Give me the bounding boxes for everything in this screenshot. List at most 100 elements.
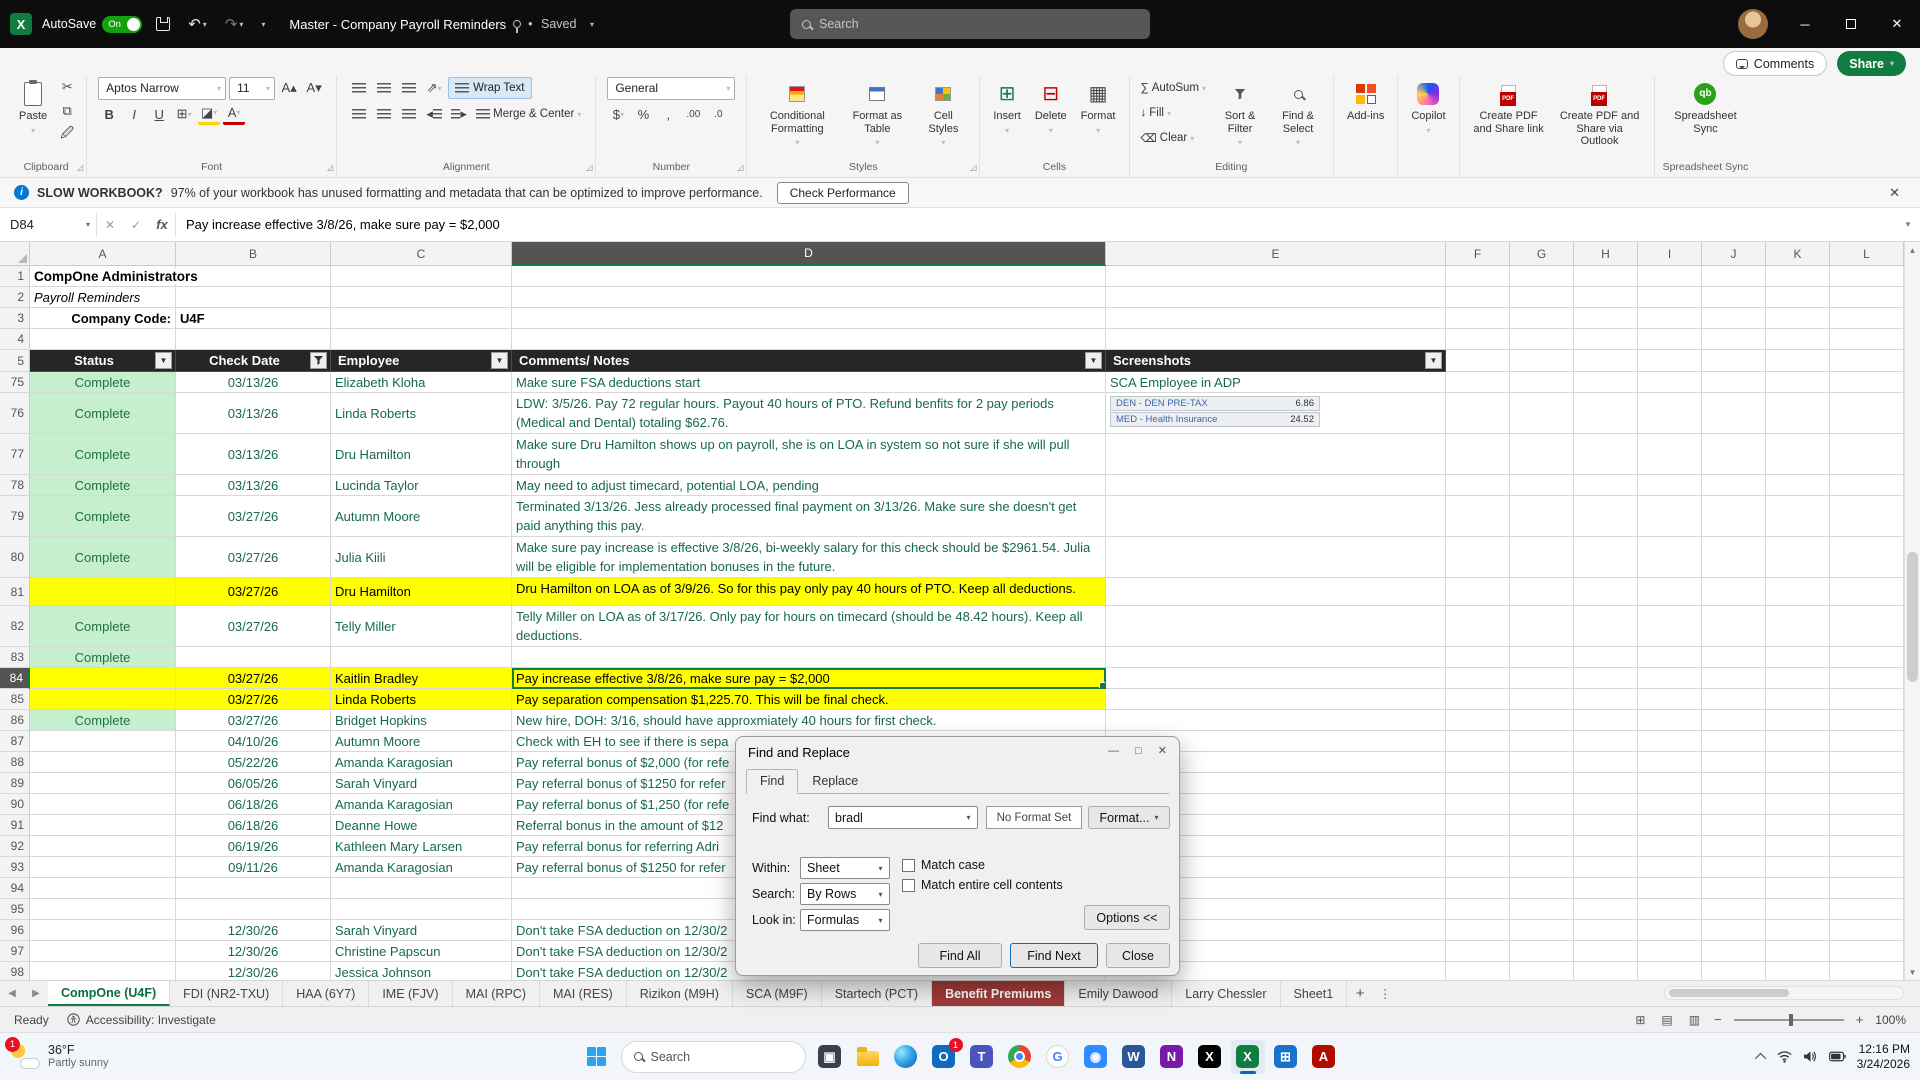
cell-G[interactable]: [1510, 878, 1574, 899]
cell-K[interactable]: [1766, 878, 1830, 899]
cell-C95[interactable]: [331, 899, 512, 920]
row-header-97[interactable]: 97: [0, 941, 30, 962]
cell-J[interactable]: [1702, 287, 1766, 308]
cell-D78[interactable]: May need to adjust timecard, potential L…: [512, 475, 1106, 496]
dialog-launcher-icon[interactable]: ◿: [737, 163, 743, 172]
row-header-75[interactable]: 75: [0, 372, 30, 393]
autosum-button[interactable]: ∑ AutoSum▾: [1138, 76, 1210, 100]
cell-A95[interactable]: [30, 899, 176, 920]
cell-H[interactable]: [1574, 899, 1638, 920]
cell-G[interactable]: [1510, 496, 1574, 537]
row-header-92[interactable]: 92: [0, 836, 30, 857]
sheet-tab-haa-6y7[interactable]: HAA (6Y7): [283, 981, 369, 1006]
cell-L[interactable]: [1830, 329, 1904, 350]
accessibility-status[interactable]: Accessibility: Investigate: [67, 1013, 216, 1027]
column-header-J[interactable]: J: [1702, 242, 1766, 266]
cell-K[interactable]: [1766, 393, 1830, 434]
cell-A81[interactable]: [30, 578, 176, 606]
cell-G[interactable]: [1510, 920, 1574, 941]
cell-J[interactable]: [1702, 731, 1766, 752]
fill-button[interactable]: ↓ Fill▾: [1138, 101, 1210, 125]
cell-E82[interactable]: [1106, 606, 1446, 647]
normal-view-button[interactable]: ⊞: [1633, 1013, 1647, 1027]
match-case-checkbox[interactable]: Match case: [902, 858, 985, 872]
cell-H[interactable]: [1574, 372, 1638, 393]
cell-B78[interactable]: 03/13/26: [176, 475, 331, 496]
cell-G[interactable]: [1510, 836, 1574, 857]
cell-L[interactable]: [1830, 266, 1904, 287]
name-box[interactable]: D84▾: [0, 208, 96, 241]
align-middle-button[interactable]: [373, 77, 395, 99]
cell-I[interactable]: [1638, 689, 1702, 710]
format-button[interactable]: Format...▾: [1088, 806, 1170, 829]
row-header-89[interactable]: 89: [0, 773, 30, 794]
cell-J[interactable]: [1702, 773, 1766, 794]
cell-K[interactable]: [1766, 496, 1830, 537]
cell-H[interactable]: [1574, 475, 1638, 496]
cell-J[interactable]: [1702, 668, 1766, 689]
sort-filter-button[interactable]: Sort & Filter▾: [1213, 76, 1267, 154]
cell-A75[interactable]: Complete: [30, 372, 176, 393]
cell-E85[interactable]: [1106, 689, 1446, 710]
cell-B82[interactable]: 03/27/26: [176, 606, 331, 647]
taskbar-app-teams[interactable]: T: [965, 1040, 999, 1074]
expand-formula-bar-icon[interactable]: ▾: [1896, 208, 1920, 241]
column-header-F[interactable]: F: [1446, 242, 1510, 266]
cell-G[interactable]: [1510, 857, 1574, 878]
cell-C[interactable]: [331, 266, 512, 287]
sheet-tab-larry-chessler[interactable]: Larry Chessler: [1172, 981, 1280, 1006]
cell-I[interactable]: [1638, 537, 1702, 578]
cell-J[interactable]: [1702, 815, 1766, 836]
cell-C90[interactable]: Amanda Karagosian: [331, 794, 512, 815]
taskbar-app-chrome[interactable]: [1003, 1040, 1037, 1074]
cell-F[interactable]: [1446, 899, 1510, 920]
cell-C75[interactable]: Elizabeth Kloha: [331, 372, 512, 393]
cell-A80[interactable]: Complete: [30, 537, 176, 578]
cell-I[interactable]: [1638, 308, 1702, 329]
filter-button-check_date[interactable]: [310, 352, 327, 369]
cell-C92[interactable]: Kathleen Mary Larsen: [331, 836, 512, 857]
cell-H[interactable]: [1574, 308, 1638, 329]
cell-H[interactable]: [1574, 578, 1638, 606]
cell-I[interactable]: [1638, 266, 1702, 287]
sheet-tab-sheet1[interactable]: Sheet1: [1281, 981, 1348, 1006]
cell-J[interactable]: [1702, 647, 1766, 668]
row-header-86[interactable]: 86: [0, 710, 30, 731]
cell-J[interactable]: [1702, 372, 1766, 393]
cell-F[interactable]: [1446, 393, 1510, 434]
increase-indent-button[interactable]: ▸: [448, 103, 470, 125]
cell-G[interactable]: [1510, 434, 1574, 475]
cell-J[interactable]: [1702, 920, 1766, 941]
cell-D[interactable]: [512, 329, 1106, 350]
cell-B81[interactable]: 03/27/26: [176, 578, 331, 606]
cell-C80[interactable]: Julia Kiili: [331, 537, 512, 578]
cell-J[interactable]: [1702, 689, 1766, 710]
clear-button[interactable]: ⌫ Clear▾: [1138, 126, 1210, 150]
cell-G[interactable]: [1510, 537, 1574, 578]
tab-scroll-right-icon[interactable]: ▶: [24, 981, 48, 1006]
cell-J[interactable]: [1702, 606, 1766, 647]
cell-A76[interactable]: Complete: [30, 393, 176, 434]
cell-G[interactable]: [1510, 475, 1574, 496]
number-format-combo[interactable]: General▾: [607, 77, 735, 100]
copilot-button[interactable]: Copilot▾: [1406, 76, 1450, 141]
cell-L[interactable]: [1830, 647, 1904, 668]
cell-F[interactable]: [1446, 308, 1510, 329]
merge-center-button[interactable]: Merge & Center▾: [473, 102, 584, 126]
row-header-78[interactable]: 78: [0, 475, 30, 496]
cell-D[interactable]: [512, 266, 1106, 287]
cell-K[interactable]: [1766, 962, 1830, 980]
cell-A3[interactable]: Company Code:: [30, 308, 176, 329]
header-cell-comments[interactable]: Comments/ Notes▼: [512, 350, 1106, 372]
cell-K[interactable]: [1766, 537, 1830, 578]
cell-E76[interactable]: DEN - DEN PRE-TAX6.86MED - Health Insura…: [1106, 393, 1446, 434]
cell-L[interactable]: [1830, 710, 1904, 731]
row-header-80[interactable]: 80: [0, 537, 30, 578]
cell-L[interactable]: [1830, 878, 1904, 899]
cell-B83[interactable]: [176, 647, 331, 668]
cell-B91[interactable]: 06/18/26: [176, 815, 331, 836]
cell-I[interactable]: [1638, 668, 1702, 689]
cell-J[interactable]: [1702, 899, 1766, 920]
row-header-94[interactable]: 94: [0, 878, 30, 899]
cell-C85[interactable]: Linda Roberts: [331, 689, 512, 710]
